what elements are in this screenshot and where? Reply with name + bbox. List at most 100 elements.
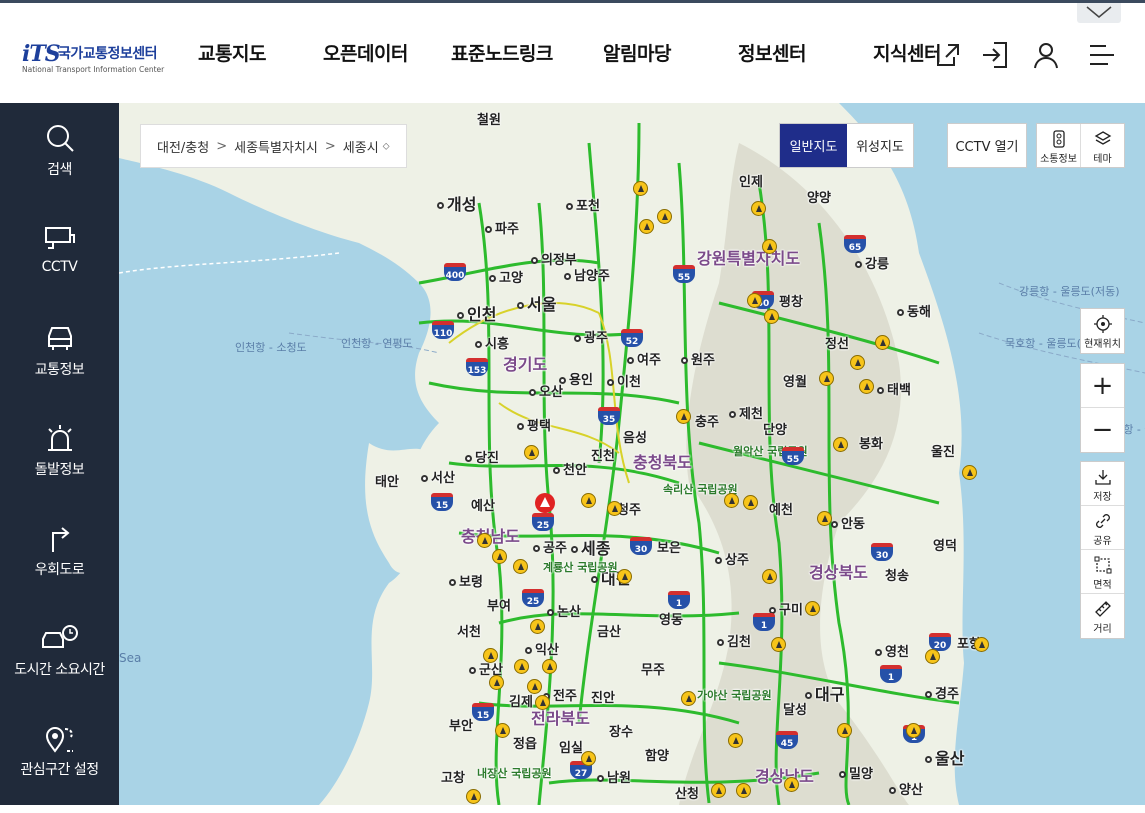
roadwork-icon[interactable] (489, 675, 504, 690)
sidebar-item-intercity-time[interactable]: 도시간 소요시간 (0, 623, 119, 713)
roadwork-icon[interactable] (724, 493, 739, 508)
roadwork-icon[interactable] (784, 777, 799, 792)
roadwork-icon[interactable] (492, 549, 507, 564)
area-label: 면적 (1093, 580, 1112, 591)
user-icon[interactable] (1030, 39, 1062, 71)
roadwork-icon[interactable] (657, 209, 672, 224)
roadwork-icon[interactable] (850, 355, 865, 370)
roadwork-icon[interactable] (974, 637, 989, 652)
roadwork-icon[interactable] (477, 533, 492, 548)
zoom-out-button[interactable]: − (1081, 408, 1124, 452)
hamburger-menu-icon[interactable] (1086, 39, 1118, 71)
roadwork-icon[interactable] (747, 293, 762, 308)
logo[interactable]: iTS 국가교통정보센터 National Transport Informat… (22, 41, 172, 81)
roadwork-icon[interactable] (581, 493, 596, 508)
sidebar-item-cctv[interactable]: CCTV (0, 223, 119, 313)
roadwork-icon[interactable] (495, 723, 510, 738)
roadwork-icon[interactable] (751, 201, 766, 216)
sidebar-item-traffic-info[interactable]: 교통정보 (0, 323, 119, 413)
roadwork-icon[interactable] (542, 659, 557, 674)
menu-standard-node-link[interactable]: 표준노드링크 (451, 39, 553, 66)
area-button[interactable]: 면적 (1081, 550, 1124, 594)
roadwork-icon[interactable] (962, 465, 977, 480)
roadwork-icon[interactable] (633, 181, 648, 196)
incident-marker-icon[interactable] (534, 492, 556, 514)
map-label: 서울 (517, 291, 556, 315)
roadwork-icon[interactable] (639, 219, 654, 234)
theme-button[interactable]: 테마 (1080, 124, 1124, 167)
roadwork-icon[interactable] (617, 569, 632, 584)
map-layer-tools: 소통정보 테마 (1036, 123, 1125, 168)
map-label: 진천 (591, 449, 615, 464)
map-label: 영동 (659, 613, 683, 628)
menu-notice[interactable]: 알림마당 (603, 39, 671, 66)
map-label: 태백 (877, 379, 911, 398)
sidebar-item-incident-info[interactable]: 돌발정보 (0, 423, 119, 513)
menu-open-data[interactable]: 오픈데이터 (323, 39, 408, 66)
menu-knowledge-center[interactable]: 지식센터 (873, 39, 941, 66)
roadwork-icon[interactable] (728, 733, 743, 748)
map-label: 상주 (715, 549, 749, 568)
map-label: 포천 (566, 195, 600, 214)
roadwork-icon[interactable] (527, 679, 542, 694)
roadwork-icon[interactable] (711, 783, 726, 798)
cctv-open-button[interactable]: CCTV 열기 (947, 123, 1027, 168)
roadwork-icon[interactable] (535, 695, 550, 710)
roadwork-icon[interactable] (466, 789, 481, 804)
roadwork-icon[interactable] (771, 637, 786, 652)
breadcrumb-item[interactable]: 세종특별자치시 (234, 137, 318, 156)
roadwork-icon[interactable] (875, 335, 890, 350)
zoom-in-button[interactable]: + (1081, 364, 1124, 408)
roadwork-icon[interactable] (736, 783, 751, 798)
highway-shield: 15 (431, 493, 453, 511)
map-label: 개성 (437, 191, 476, 215)
sidebar-item-detour[interactable]: 우회도로 (0, 523, 119, 613)
roadwork-icon[interactable] (819, 371, 834, 386)
breadcrumb-item[interactable]: 세종시 (343, 137, 379, 156)
roadwork-icon[interactable] (837, 723, 852, 738)
roadwork-icon[interactable] (859, 379, 874, 394)
roadwork-icon[interactable] (764, 309, 779, 324)
roadwork-icon[interactable] (743, 495, 758, 510)
menu-info-center[interactable]: 정보센터 (738, 39, 806, 66)
roadwork-icon[interactable] (514, 659, 529, 674)
distance-button[interactable]: 거리 (1081, 594, 1124, 638)
save-button[interactable]: 저장 (1081, 462, 1124, 506)
share-button[interactable]: 공유 (1081, 506, 1124, 550)
roadwork-icon[interactable] (762, 569, 777, 584)
traffic-map[interactable]: 철원 개성 파주 포천 인제 양양 의정부 고양 남양주 강릉 서울 인천 평창… (119, 103, 1145, 805)
roadwork-icon[interactable] (681, 691, 696, 706)
map-label: 오산 (529, 381, 563, 400)
roadwork-icon[interactable] (676, 409, 691, 424)
sidebar-item-interest-section[interactable]: 관심구간 설정 (0, 723, 119, 813)
roadwork-icon[interactable] (906, 723, 921, 738)
roadwork-icon[interactable] (833, 437, 848, 452)
roadwork-icon[interactable] (483, 648, 498, 663)
roadwork-icon[interactable] (925, 649, 940, 664)
roadwork-icon[interactable] (581, 751, 596, 766)
satellite-map-button[interactable]: 위성지도 (847, 124, 913, 167)
normal-map-button[interactable]: 일반지도 (780, 124, 847, 167)
map-label: 양산 (889, 779, 923, 798)
roadwork-icon[interactable] (805, 601, 820, 616)
sidebar-item-label: 돌발정보 (34, 462, 85, 478)
roadwork-icon[interactable] (530, 619, 545, 634)
header-collapse-tab[interactable] (1077, 3, 1121, 23)
roadwork-icon[interactable] (524, 445, 539, 460)
roadwork-icon[interactable] (762, 239, 777, 254)
login-icon[interactable] (980, 39, 1012, 71)
map-label: 영천 (875, 641, 909, 660)
roadwork-icon[interactable] (513, 559, 528, 574)
car-clock-icon (41, 625, 78, 648)
traffic-info-label: 소통정보 (1040, 154, 1077, 165)
breadcrumb-separator: > (324, 138, 336, 154)
roadwork-icon[interactable] (817, 511, 832, 526)
current-location-button[interactable]: 현재위치 (1080, 308, 1125, 354)
sidebar-item-search[interactable]: 검색 (0, 123, 119, 213)
menu-traffic-map[interactable]: 교통지도 (198, 39, 266, 66)
roadwork-icon[interactable] (607, 501, 622, 516)
traffic-info-button[interactable]: 소통정보 (1037, 124, 1080, 167)
external-link-icon[interactable] (932, 39, 964, 71)
chevron-down-icon[interactable]: ⬦ (383, 141, 390, 152)
breadcrumb-item[interactable]: 대전/충청 (157, 137, 209, 156)
